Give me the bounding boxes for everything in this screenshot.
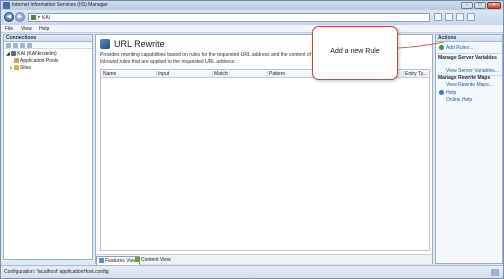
delete-icon[interactable] — [27, 43, 32, 48]
title-bar: Internet Information Services (IIS) Mana… — [1, 1, 503, 10]
add-rules-link[interactable]: Add Rules... — [446, 45, 473, 51]
up-icon[interactable] — [20, 43, 25, 48]
address-field[interactable]: ▸ KAI — [28, 13, 430, 22]
stop-icon[interactable] — [445, 13, 453, 21]
connections-header: Connections — [4, 35, 92, 42]
forward-button[interactable]: ▶ — [15, 12, 25, 22]
menu-help[interactable]: Help — [39, 26, 49, 32]
page-title: URL Rewrite — [114, 39, 165, 49]
status-text: Configuration: 'localhost' applicationHo… — [4, 269, 109, 275]
view-server-variables-link[interactable]: View Server Variables... — [446, 68, 499, 74]
column-header-name[interactable]: Name — [102, 71, 116, 77]
app-pools-icon — [14, 58, 19, 63]
actions-divider — [438, 53, 502, 54]
rules-grid[interactable]: Name Input Match Pattern Entry Ty... — [100, 69, 430, 251]
home-icon[interactable] — [456, 13, 464, 21]
column-header-entry-type[interactable]: Entry Ty... — [403, 71, 427, 77]
maximize-button[interactable]: □ — [474, 2, 486, 9]
menu-view[interactable]: View — [21, 26, 32, 32]
minimize-button[interactable]: – — [461, 2, 473, 9]
menu-bar: File View Help — [1, 25, 503, 33]
callout-bubble: Add a new Rule — [312, 26, 398, 80]
menu-file[interactable]: File — [5, 26, 13, 32]
refresh-icon[interactable] — [434, 13, 442, 21]
manage-rewrite-maps-heading: Manage Rewrite Maps — [438, 75, 491, 81]
network-status-icon — [491, 269, 499, 276]
expand-icon[interactable]: ▹ — [10, 65, 13, 71]
features-view-icon — [99, 258, 104, 263]
content-view-icon — [135, 257, 140, 262]
page-description: Provides rewriting capabilities based on… — [100, 52, 333, 58]
tree-item-server-label: KAI (KAI\knstelm) — [17, 51, 57, 57]
save-icon[interactable] — [13, 43, 18, 48]
callout-pointer — [397, 41, 445, 49]
tree-item-sites-label: Sites — [19, 65, 32, 71]
sites-icon — [13, 65, 19, 70]
tree-item-application-pools[interactable]: Application Pools — [14, 58, 58, 64]
collapse-icon[interactable]: ◢ — [6, 51, 10, 57]
address-bar: ◀ ▶ ▸ KAI — [1, 10, 503, 25]
tab-content-view[interactable]: Content View — [133, 256, 173, 264]
manage-server-variables-heading: Manage Server Variables — [438, 55, 497, 61]
iis-app-icon — [3, 2, 10, 9]
help-toolbar-icon[interactable] — [467, 13, 475, 21]
callout-text: Add a new Rule — [330, 48, 380, 55]
connections-pane: Connections ◢ KAI (KAI\knstelm) Applicat… — [3, 34, 93, 260]
breadcrumb-separator: ▸ — [38, 14, 41, 20]
window-title: Internet Information Services (IIS) Mana… — [12, 2, 108, 8]
breadcrumb-segment-kai[interactable]: KAI — [42, 15, 50, 21]
tree-item-sites[interactable]: ▹ Sites — [10, 65, 31, 71]
column-header-pattern[interactable]: Pattern — [267, 71, 285, 77]
iis-manager-window: Internet Information Services (IIS) Mana… — [0, 0, 504, 279]
tree-item-server[interactable]: ◢ KAI (KAI\knstelm) — [6, 51, 57, 57]
help-link[interactable]: Help — [446, 90, 456, 96]
view-rewrite-maps-link[interactable]: View Rewrite Maps... — [446, 82, 493, 88]
tree-item-app-pools-label: Application Pools — [20, 58, 59, 64]
close-button[interactable]: ✕ — [487, 2, 501, 9]
status-bar: Configuration: 'localhost' applicationHo… — [1, 265, 503, 278]
column-header-match[interactable]: Match — [212, 71, 228, 77]
connect-icon[interactable] — [6, 43, 11, 48]
server-icon — [11, 51, 17, 56]
help-icon — [439, 90, 444, 95]
view-tabs: Features View Content View — [96, 254, 432, 266]
server-icon — [31, 15, 36, 20]
online-help-link[interactable]: Online Help — [446, 97, 472, 103]
back-button[interactable]: ◀ — [4, 12, 14, 22]
connections-toolbar — [4, 42, 92, 49]
url-rewrite-icon — [100, 39, 110, 49]
inbound-rules-note: Inbound rules that are applied to the re… — [100, 59, 236, 65]
tab-content-view-label: Content View — [141, 257, 171, 263]
actions-pane: Actions Add Rules... Manage Server Varia… — [435, 34, 503, 264]
column-header-input[interactable]: Input — [156, 71, 169, 77]
